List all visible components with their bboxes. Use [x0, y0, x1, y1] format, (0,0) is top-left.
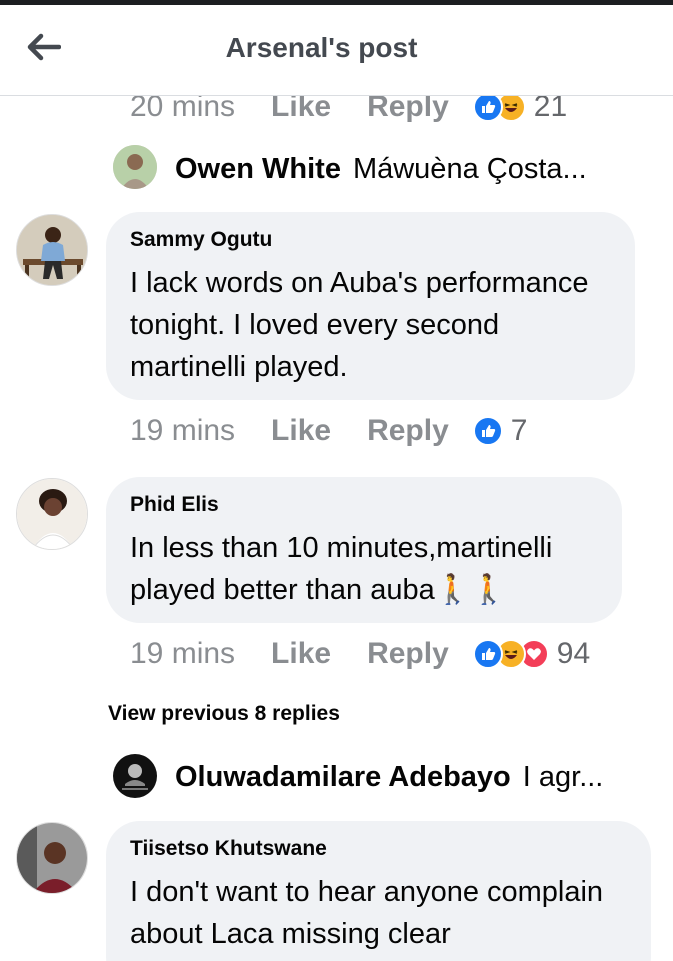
- reply-button[interactable]: Reply: [367, 637, 449, 671]
- reply-author: Owen White: [175, 152, 341, 185]
- like-reaction-icon: [472, 416, 503, 446]
- avatar-tiisetso-khutswane[interactable]: [16, 822, 88, 894]
- comment-time[interactable]: 19 mins: [130, 414, 235, 448]
- avatar-owen-white[interactable]: [113, 145, 157, 189]
- comment-meta-row: 19 mins Like Reply 94: [130, 637, 590, 671]
- avatar-sammy-ogutu[interactable]: [16, 214, 88, 286]
- comment-author[interactable]: Sammy Ogutu: [130, 228, 611, 252]
- reaction-summary[interactable]: 7: [472, 414, 528, 448]
- reply-author: Oluwadamilare Adebayo: [175, 760, 511, 793]
- comment-meta-row: 19 mins Like Reply 7: [130, 414, 527, 448]
- avatar-oluwadamilare-adebayo[interactable]: [113, 754, 157, 798]
- like-button[interactable]: Like: [271, 637, 331, 671]
- reply-preview[interactable]: Oluwadamilare Adebayo I agr...: [175, 758, 635, 796]
- comment-bubble: Phid Elis In less than 10 minutes,martin…: [106, 477, 622, 623]
- reaction-count: 7: [510, 414, 528, 447]
- like-button[interactable]: Like: [271, 414, 331, 448]
- comment-text: I don't want to hear anyone complain abo…: [130, 876, 604, 950]
- like-reaction-icon: [472, 92, 503, 122]
- reply-snippet: Máwuèna Çosta...: [352, 152, 587, 185]
- page-title: Arsenal's post: [225, 32, 418, 63]
- reaction-count: 94: [556, 637, 591, 670]
- like-reaction-icon: [472, 639, 503, 669]
- comment-author[interactable]: Tiisetso Khutswane: [130, 837, 627, 861]
- comment-time[interactable]: 19 mins: [130, 637, 235, 671]
- comment-bubble: Sammy Ogutu I lack words on Auba's perfo…: [106, 212, 635, 400]
- reaction-summary[interactable]: 94: [472, 637, 591, 671]
- reply-button[interactable]: Reply: [367, 414, 449, 448]
- avatar-phid-elis[interactable]: [16, 478, 88, 550]
- post-header: Arsenal's post: [0, 5, 673, 96]
- reply-preview[interactable]: Owen White Máwuèna Çosta...: [175, 150, 635, 188]
- comment-text: I lack words on Auba's performance tonig…: [130, 267, 589, 383]
- comment-author[interactable]: Phid Elis: [130, 493, 598, 517]
- comment-bubble: Tiisetso Khutswane I don't want to hear …: [106, 821, 651, 961]
- reply-snippet: I agr...: [522, 760, 604, 793]
- comment-text: In less than 10 minutes,martinelli playe…: [130, 532, 553, 606]
- view-previous-replies-link[interactable]: View previous 8 replies: [108, 702, 340, 726]
